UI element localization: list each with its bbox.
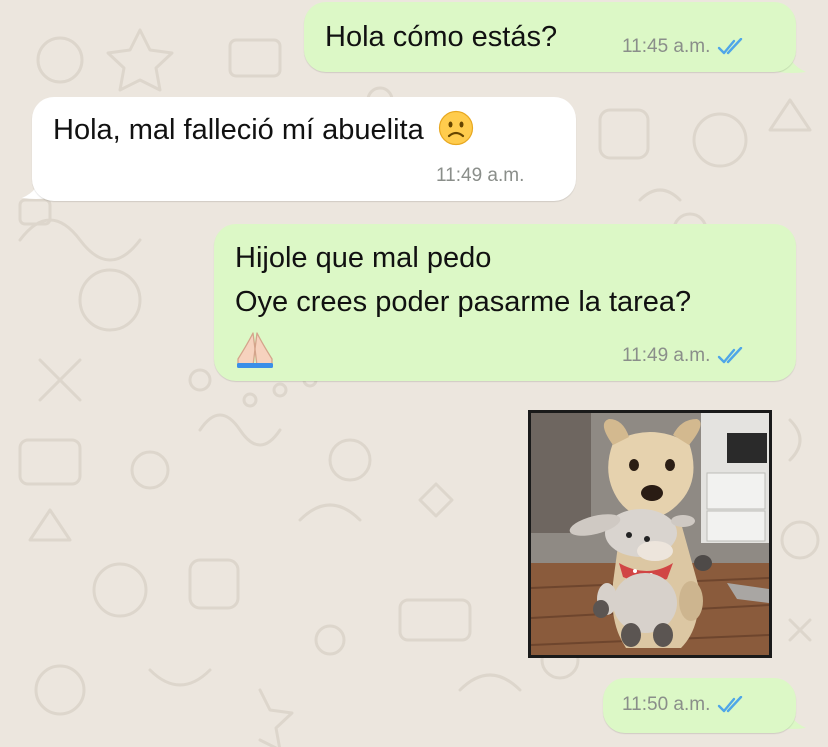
message-meta: 11:50 a.m. <box>622 694 745 716</box>
message-timestamp: 11:45 a.m. <box>622 36 711 57</box>
message-meta: 11:49 a.m. <box>622 345 745 367</box>
message-text-content: Hola, mal falleció mí abuelita <box>53 114 424 146</box>
outgoing-message-bubble[interactable]: Hijole que mal pedo Oye crees poder pasa… <box>214 224 796 381</box>
message-text-line-2: Oye crees poder pasarme la tarea? <box>235 286 692 318</box>
message-timestamp: 11:49 a.m. <box>622 345 711 366</box>
message-timestamp: 11:49 a.m. <box>436 165 525 186</box>
message-text: Hola, mal falleció mí abuelita <box>53 109 474 151</box>
message-meta: 11:49 a.m. <box>436 165 524 187</box>
read-double-check-icon <box>718 347 743 364</box>
read-double-check-icon <box>718 38 743 55</box>
message-text: Hola cómo estás? <box>325 21 558 53</box>
incoming-message-bubble[interactable]: Hola, mal falleció mí abuelita 11:49 a.m… <box>32 97 576 201</box>
message-text-line-1: Hijole que mal pedo <box>235 242 492 274</box>
read-double-check-icon <box>718 696 743 713</box>
message-meta: 11:45 a.m. <box>622 36 745 58</box>
photo-illustration <box>531 413 769 655</box>
outgoing-message-bubble[interactable]: Hola cómo estás? 11:45 a.m. <box>304 2 796 72</box>
dog-holding-plush-toy-photo[interactable] <box>528 410 772 658</box>
sad-face-emoji-icon <box>438 110 473 146</box>
folded-hands-emoji-icon <box>237 332 273 368</box>
message-timestamp: 11:50 a.m. <box>622 694 711 715</box>
outgoing-message-bubble[interactable]: 11:50 a.m. <box>603 678 796 733</box>
